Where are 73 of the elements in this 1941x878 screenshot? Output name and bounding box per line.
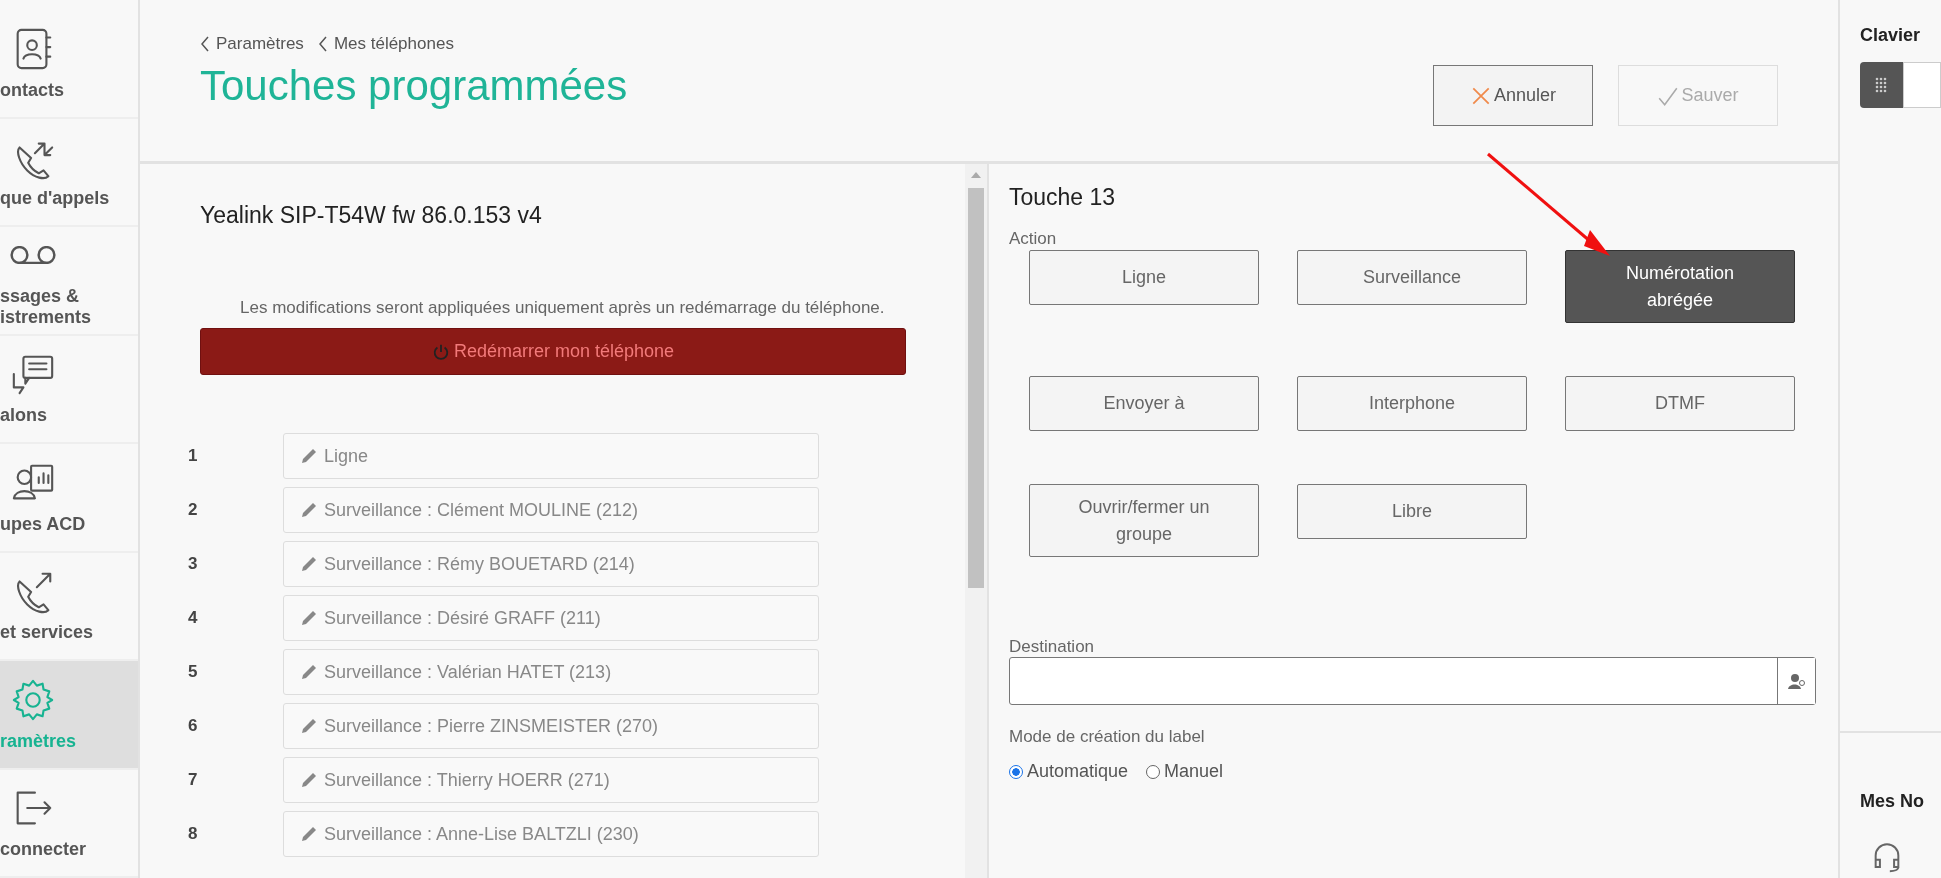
action-option[interactable]: Ouvrir/fermer un groupe (1029, 484, 1259, 557)
breadcrumb-label: Paramètres (216, 34, 304, 54)
pencil-icon (299, 662, 319, 682)
key-button[interactable]: Surveillance : Désiré GRAFF (211) (283, 595, 819, 641)
chevron-left-icon (317, 35, 328, 53)
key-number: 4 (188, 608, 199, 628)
key-button[interactable]: Surveillance : Thierry HOERR (271) (283, 757, 819, 803)
scroll-up-icon (971, 172, 981, 178)
breadcrumb-link[interactable]: Paramètres (200, 34, 304, 54)
phone-model: Yealink SIP-T54W fw 86.0.153 v4 (200, 202, 543, 229)
key-number: 1 (188, 446, 199, 466)
radio-button[interactable] (1146, 764, 1161, 779)
keypad-button[interactable] (1860, 62, 1903, 108)
key-button[interactable]: Ligne (283, 433, 819, 479)
key-number: 3 (188, 554, 199, 574)
action-option[interactable]: Ligne (1029, 250, 1259, 305)
key-button[interactable]: Surveillance : Valérian HATET (213) (283, 649, 819, 695)
key-number: 2 (188, 500, 199, 520)
pencil-icon (299, 500, 319, 520)
restart-button[interactable]: Redémarrer mon téléphone (200, 328, 906, 375)
pencil-icon (299, 770, 319, 790)
key-number: 5 (188, 662, 199, 682)
cancel-button[interactable]: Annuler (1433, 65, 1593, 126)
nav-label: ssages & istrements (0, 286, 92, 329)
key-number: 8 (188, 824, 199, 844)
scrollbar[interactable] (965, 164, 987, 878)
pencil-icon (299, 824, 319, 844)
action-option[interactable]: DTMF (1565, 376, 1795, 431)
key-button[interactable]: Surveillance : Clément MOULINE (212) (283, 487, 819, 533)
action-option[interactable]: Envoyer à (1029, 376, 1259, 431)
nav-item[interactable]: ontacts (0, 10, 138, 119)
nav-label: upes ACD (0, 513, 86, 535)
nav-label: alons (0, 405, 47, 427)
keypad-title: Clavier (1860, 25, 1922, 46)
nav-label: que d'appels (0, 188, 110, 210)
restart-notice: Les modifications seront appliquées uniquement après un redémarrage du téléphone. (240, 297, 886, 318)
nav-label: ontacts (0, 79, 64, 101)
nav-label: et services (0, 622, 94, 644)
key-number: 6 (188, 716, 199, 736)
power-icon (431, 342, 450, 361)
nav-label: ramètres (0, 730, 77, 752)
radio-label: Manuel (1164, 761, 1224, 782)
label-mode-label: Mode de création du label (1009, 727, 1206, 747)
action-option[interactable]: Interphone (1297, 376, 1527, 431)
radio-button[interactable] (1009, 764, 1023, 779)
key-button[interactable]: Surveillance : Pierre ZINSMEISTER (270) (283, 703, 819, 749)
pencil-icon (299, 446, 319, 466)
voicemail-icon (10, 246, 56, 265)
pencil-icon (299, 554, 319, 574)
action-label: Action (1009, 229, 1058, 249)
action-option[interactable]: Libre (1297, 484, 1527, 539)
action-option[interactable]: Numérotation abrégée (1565, 250, 1795, 323)
pencil-icon (299, 608, 319, 628)
keypad-icon (1874, 76, 1889, 94)
key-title: Touche 13 (1009, 184, 1117, 211)
pencil-icon (299, 716, 319, 736)
key-number: 7 (188, 770, 199, 790)
nav-item[interactable]: upes ACD (0, 444, 138, 553)
key-button[interactable]: Surveillance : Anne-Lise BALTZLI (230) (283, 811, 819, 857)
nav-item[interactable]: connecter (0, 769, 138, 878)
key-button[interactable]: Surveillance : Rémy BOUETARD (214) (283, 541, 819, 587)
chevron-left-icon (200, 35, 210, 53)
notifications-title: Mes No (1860, 791, 1925, 812)
number-field[interactable] (1902, 62, 1941, 108)
nav-item[interactable]: que d'appels (0, 118, 138, 227)
destination-label: Destination (1009, 637, 1096, 657)
nav-label: connecter (0, 839, 87, 861)
radio-option[interactable]: Manuel (1146, 761, 1224, 782)
nav-item[interactable]: ssages & istrements (0, 227, 138, 336)
action-option[interactable]: Surveillance (1297, 250, 1527, 305)
page-title: Touches programmées (200, 62, 628, 110)
scrollbar-thumb[interactable] (968, 188, 984, 588)
nav-item[interactable]: alons (0, 335, 138, 444)
